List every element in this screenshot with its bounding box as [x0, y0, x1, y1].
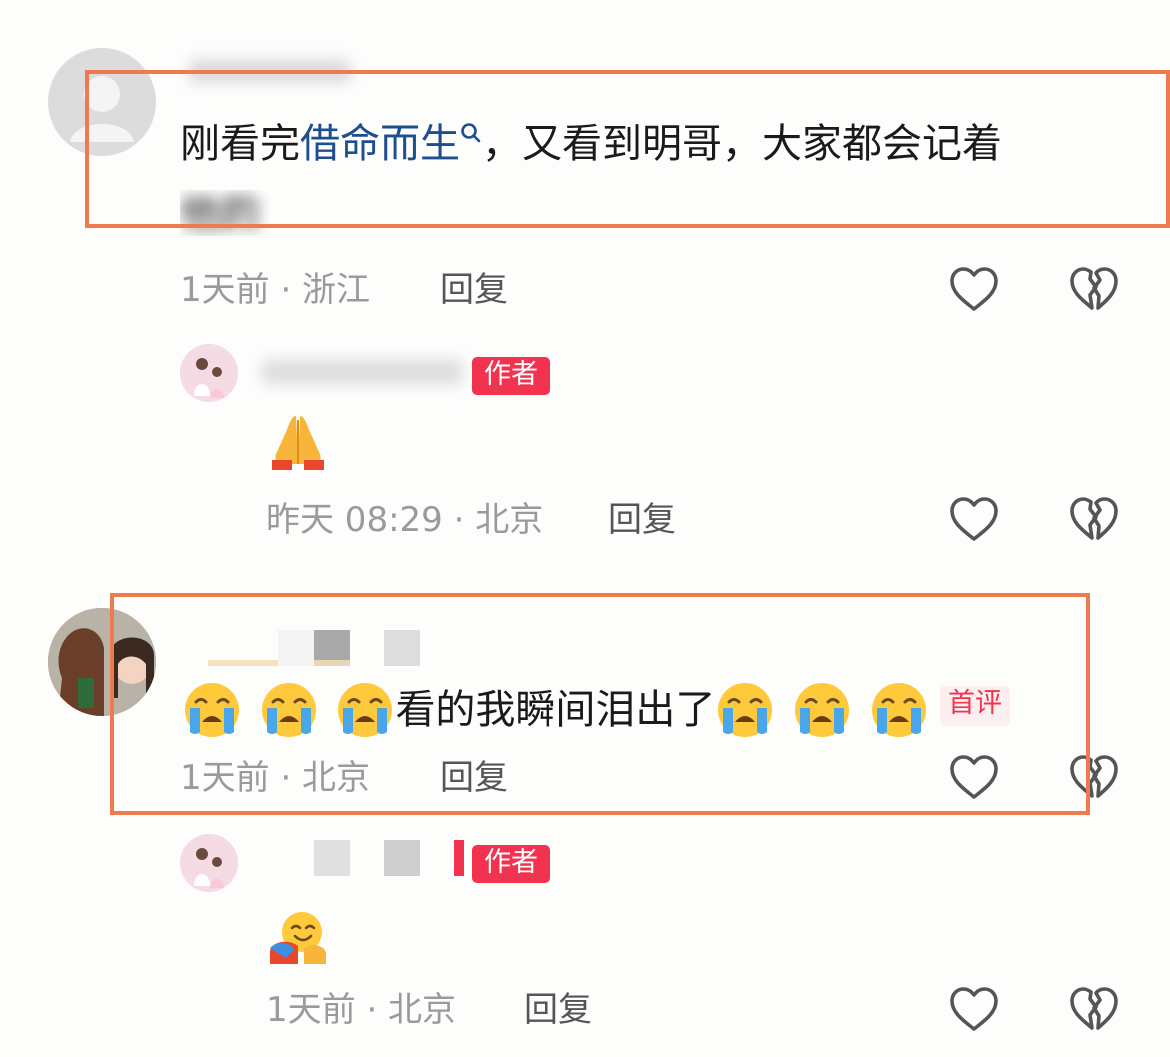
highlight-box-1	[85, 70, 1170, 228]
reply-button[interactable]: 回复	[608, 500, 676, 540]
like-heart-icon[interactable]	[946, 262, 1002, 318]
reply-meta: 1天前 · 北京	[266, 990, 457, 1030]
reply-button[interactable]: 回复	[524, 990, 592, 1030]
dislike-broken-heart-icon[interactable]	[1066, 982, 1122, 1038]
author-name-blurred[interactable]	[262, 360, 462, 384]
like-heart-icon[interactable]	[946, 492, 1002, 548]
author-avatar-image	[180, 344, 238, 402]
like-heart-icon[interactable]	[946, 982, 1002, 1038]
hugging-face-emoji	[270, 912, 326, 964]
author-badge: 作者	[472, 845, 550, 883]
author-avatar-image	[180, 834, 238, 892]
author-avatar[interactable]	[180, 834, 238, 892]
author-avatar[interactable]	[180, 344, 238, 402]
author-badge: 作者	[472, 357, 550, 395]
reply-button[interactable]: 回复	[440, 270, 508, 310]
folded-hands-emoji	[272, 416, 324, 470]
highlight-box-2	[110, 593, 1090, 815]
dislike-broken-heart-icon[interactable]	[1066, 492, 1122, 548]
reply-meta: 昨天 08:29 · 北京	[266, 500, 544, 540]
comment-meta: 1天前 · 浙江	[180, 270, 371, 310]
dislike-broken-heart-icon[interactable]	[1066, 262, 1122, 318]
author-name-blurred[interactable]	[244, 840, 464, 876]
